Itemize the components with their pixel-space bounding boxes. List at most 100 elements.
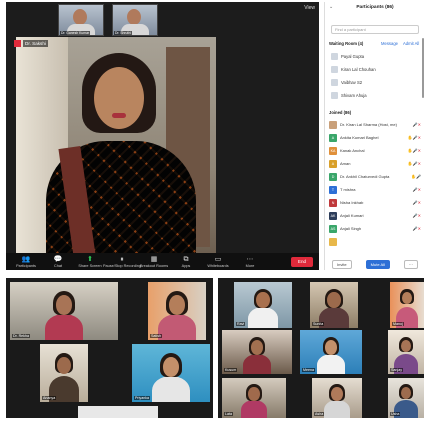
participant-search-input[interactable]: Find a participant: [331, 25, 419, 34]
muted-mic-icon: [14, 40, 21, 47]
person-shoulders: [152, 375, 190, 402]
person-head: [248, 386, 260, 401]
person-shoulders: [316, 354, 346, 374]
left-video-tile[interactable]: Ananya: [40, 344, 88, 402]
person-shoulders: [45, 313, 83, 340]
participant-name-label: Dr. Rekha: [12, 334, 30, 338]
right-video-tile[interactable]: Lata: [222, 378, 286, 418]
waiting-participant-row[interactable]: Vaibhav S2: [331, 76, 362, 88]
avatar: A: [329, 159, 337, 168]
participant-status-icons: ✋🎤✕: [407, 135, 421, 140]
toolbar-share-screen-button[interactable]: ⬆ Share Screen: [74, 256, 106, 268]
avatar: [331, 78, 338, 86]
waiting-room-heading[interactable]: Waiting Room (4): [329, 41, 363, 46]
waiting-participant-row[interactable]: Kiran Lal Chouhan: [331, 63, 376, 75]
participant-name-label: Usha: [390, 412, 401, 416]
left-video-tile[interactable]: Priyanka: [132, 344, 210, 402]
record-icon: ⏸: [120, 255, 124, 263]
right-video-tile[interactable]: Usha: [388, 378, 424, 418]
person-shoulders: [158, 313, 196, 340]
toolbar-chat-button[interactable]: 💬 Chat: [42, 256, 74, 268]
right-video-tile[interactable]: Sanjay: [388, 330, 424, 374]
panel-scrollbar[interactable]: [422, 38, 424, 98]
left-video-tile[interactable]: Satish: [148, 282, 206, 340]
joined-participant-row[interactable]: AK Anjali Kumari 🎤✕: [329, 210, 421, 221]
participant-thumbnail[interactable]: Dr. Ganesh Kumar: [58, 4, 104, 36]
avatar: [329, 120, 337, 129]
view-button[interactable]: View: [304, 5, 315, 11]
avatar: AS: [329, 224, 337, 233]
participant-name: Aman: [340, 161, 351, 166]
whiteboard-icon: ▭: [214, 255, 222, 263]
joined-participant-row[interactable]: A Ankita Kumari Baghel ✋🎤✕: [329, 132, 421, 143]
joined-participant-row[interactable]: TT mishra 🎤✕: [329, 184, 421, 195]
right-video-tile[interactable]: Ravi: [234, 282, 292, 328]
meeting-toolbar: 👥 Participants 💬 Chat ⬆ Share Screen ⏸ Pause/St…: [6, 253, 319, 270]
participant-name: Vaibhav S2: [341, 79, 363, 85]
toolbar-label: Pause/Stop Recording: [103, 263, 141, 268]
joined-participant-row[interactable]: AS Anjali Singh 🎤✕: [329, 223, 421, 234]
more-options-button[interactable]: ···: [403, 259, 418, 269]
toolbar-breakout-rooms-button[interactable]: ▦ Breakout Rooms: [138, 256, 170, 268]
right-video-tile[interactable]: Kusum: [222, 330, 292, 374]
joined-participant-row[interactable]: D Dr. Ankhil Chaturvedi Gupta ✋🎤: [329, 171, 421, 182]
toolbar-record-button[interactable]: ⏸ Pause/Stop Recording: [103, 255, 141, 268]
participant-thumbnail[interactable]: Dr. Shruthi: [112, 4, 158, 36]
participants-title: Participants (86): [356, 5, 394, 10]
invite-button[interactable]: Invite: [332, 259, 352, 269]
right-video-tile[interactable]: Meena: [300, 330, 362, 374]
breakout-rooms-icon: ▦: [150, 255, 158, 263]
apps-icon: ⧉: [183, 255, 189, 263]
message-button[interactable]: Message: [381, 41, 398, 46]
toolbar-participants-button[interactable]: 👥 Participants: [10, 256, 42, 268]
waiting-participant-row[interactable]: Payal Gupta: [331, 50, 364, 62]
avatar: [331, 91, 338, 99]
participants-icon: 👥: [21, 255, 31, 263]
joined-participant-row[interactable]: N Nisha Inkhab 🎤✕: [329, 197, 421, 208]
participant-name-label: Asha: [314, 412, 325, 416]
toolbar-label: Whiteboards: [207, 263, 229, 268]
avatar: [331, 52, 338, 60]
participant-name: Kiran Lal Chouhan: [341, 66, 376, 72]
share-screen-icon: ⬆: [87, 255, 93, 263]
waiting-participant-row[interactable]: Shivam Ahuja: [331, 89, 367, 101]
toolbar-more-button[interactable]: ⋯ More: [234, 256, 266, 268]
avatar: T: [329, 185, 337, 194]
joined-participant-row[interactable]: [329, 236, 421, 247]
right-video-tile[interactable]: Sunita: [310, 282, 358, 328]
gallery-left: Dr. Rekha Satish Ananya Priyanka: [6, 278, 213, 418]
chat-icon: 💬: [53, 255, 63, 263]
thumbnail-strip: Dr. Ganesh Kumar Dr. Shruthi: [58, 4, 158, 38]
joined-participant-row[interactable]: Dr. Kiran Lal Sharma (Host, me) 🎤✕: [329, 119, 421, 130]
participant-status-icons: 🎤✕: [412, 200, 421, 205]
person-shoulders: [242, 354, 272, 374]
participant-name: Kanak Anchal: [340, 148, 365, 153]
participant-name-label: Lata: [224, 412, 233, 416]
toolbar-label: More: [245, 263, 255, 268]
participant-status-icons: ✋🎤: [411, 174, 421, 179]
toolbar-label: Apps: [181, 263, 191, 268]
admit-all-button[interactable]: Admit All: [403, 41, 419, 46]
person-shoulders: [324, 400, 350, 418]
right-video-tile[interactable]: Manoj: [390, 282, 424, 328]
participant-name-label: Kusum: [224, 368, 238, 372]
left-video-tile[interactable]: [78, 406, 158, 418]
end-meeting-button[interactable]: End: [291, 257, 313, 267]
joined-participant-row[interactable]: A Aman ✋🎤✕: [329, 158, 421, 169]
mute-all-button[interactable]: Mute All: [365, 259, 390, 269]
person-head: [57, 356, 71, 374]
thumbnail-face: [73, 9, 87, 25]
person-head: [327, 292, 341, 309]
joined-heading[interactable]: Joined (86): [329, 110, 351, 115]
participant-name-label: Meena: [302, 368, 315, 372]
participant-name: Dr. Kiran Lal Sharma (Host, me): [340, 122, 397, 127]
toolbar-whiteboard-button[interactable]: ▭ Whiteboards: [202, 256, 234, 268]
joined-participant-row[interactable]: KA Kanak Anchal ✋🎤✕: [329, 145, 421, 156]
toolbar-apps-button[interactable]: ⧉ Apps: [170, 256, 202, 268]
participant-name: Nisha Inkhab: [340, 200, 364, 205]
right-video-tile[interactable]: Asha: [312, 378, 362, 418]
left-video-tile[interactable]: Dr. Rekha: [10, 282, 118, 340]
speaker-video: [16, 37, 216, 259]
avatar: A: [329, 133, 337, 142]
gallery-right: Ravi Sunita Manoj Kusum Meena Sanjay Lata Asha U…: [218, 278, 424, 418]
